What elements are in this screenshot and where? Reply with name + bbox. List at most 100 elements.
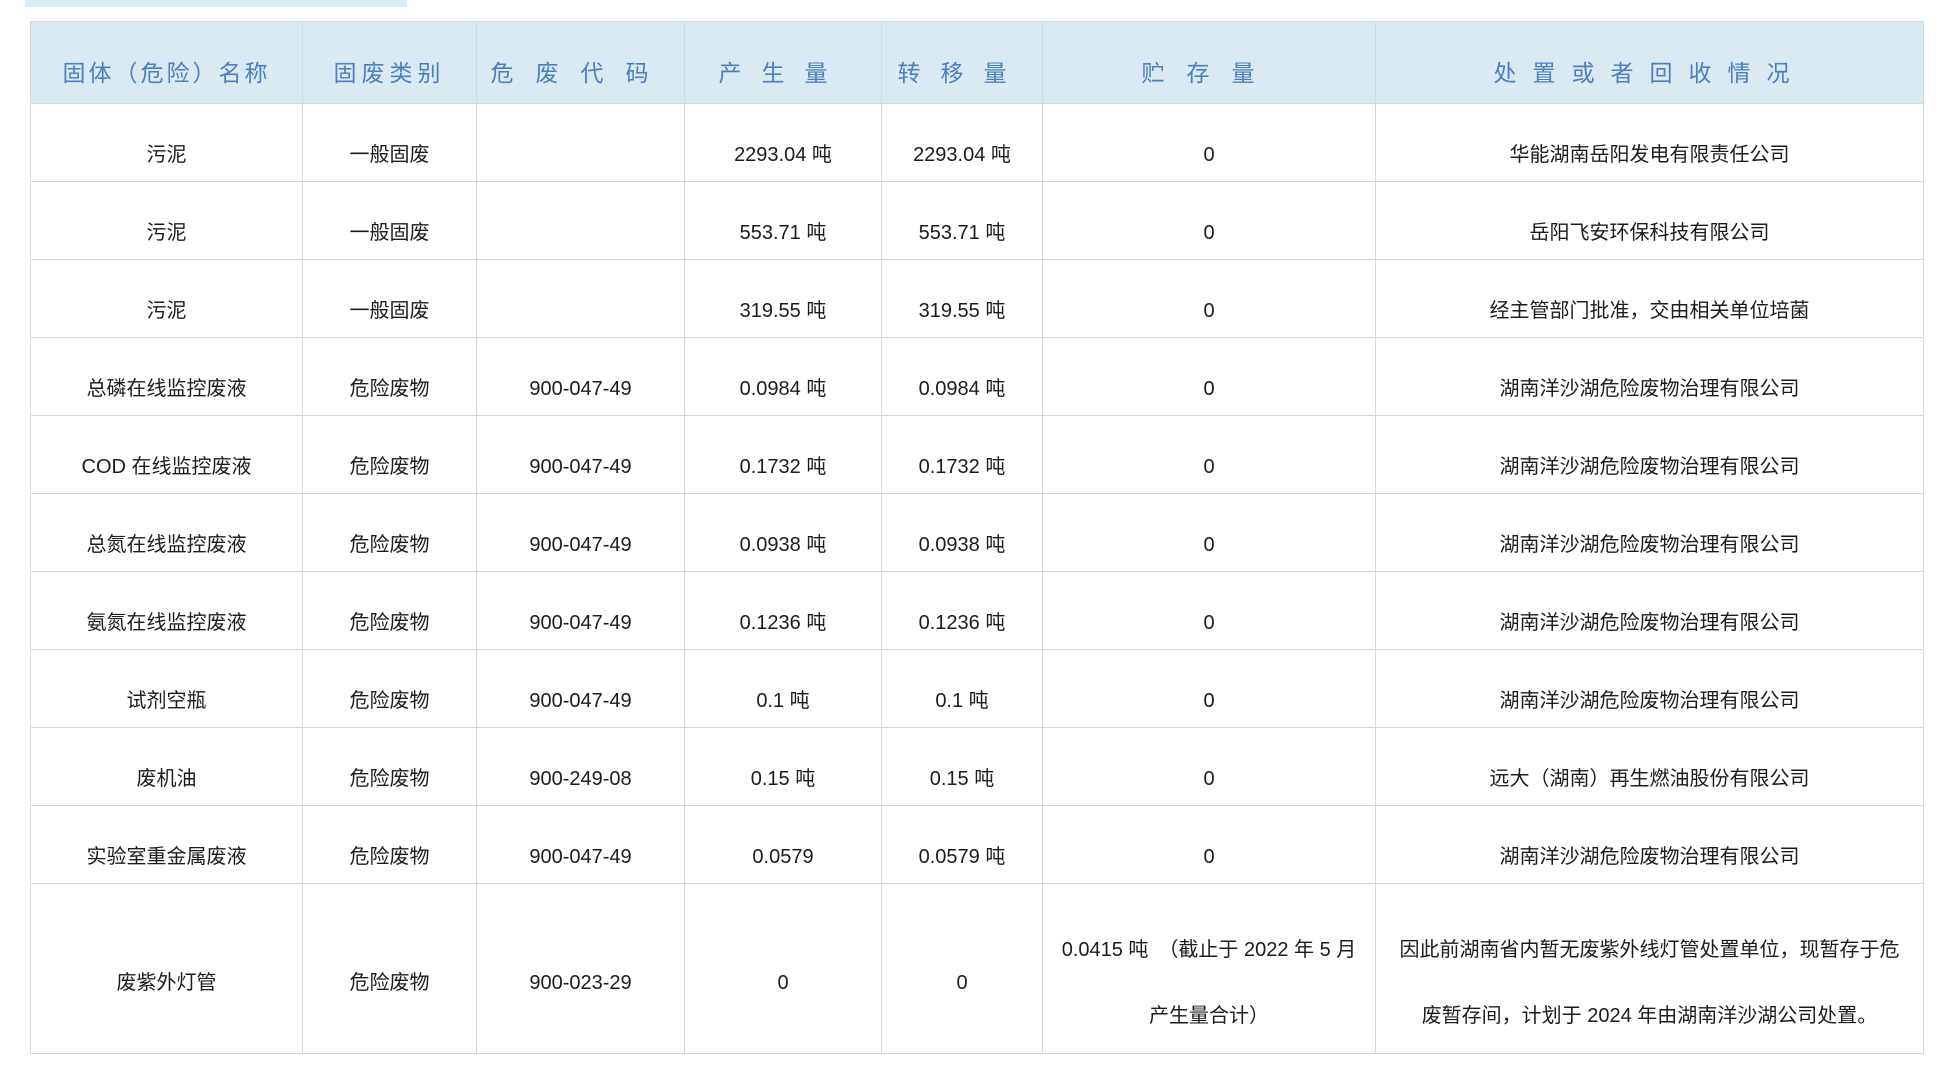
- cell-waste-name: 污泥: [31, 104, 303, 182]
- cell-hazard-code: 900-047-49: [477, 416, 685, 494]
- cell-waste-category: 危险废物: [303, 650, 477, 728]
- cell-generated-amount: 0.0579: [685, 806, 882, 884]
- cell-storage-amount: 0: [1043, 104, 1376, 182]
- top-strip: [25, 0, 407, 7]
- col-header-waste-category: 固废类别: [303, 22, 477, 104]
- table-row: 污泥 一般固废 319.55 吨 319.55 吨 0 经主管部门批准，交由相关…: [31, 260, 1924, 338]
- col-header-waste-name: 固体（危险）名称: [31, 22, 303, 104]
- cell-storage-amount: 0: [1043, 650, 1376, 728]
- cell-generated-amount: 0.1236 吨: [685, 572, 882, 650]
- cell-disposal-recycling: 湖南洋沙湖危险废物治理有限公司: [1376, 416, 1924, 494]
- cell-generated-amount: 0.0984 吨: [685, 338, 882, 416]
- cell-disposal-recycling: 湖南洋沙湖危险废物治理有限公司: [1376, 338, 1924, 416]
- cell-transferred-amount: 0.1732 吨: [882, 416, 1043, 494]
- col-header-storage-amount: 贮存量: [1043, 22, 1376, 104]
- cell-disposal-recycling: 湖南洋沙湖危险废物治理有限公司: [1376, 806, 1924, 884]
- cell-transferred-amount: 0.15 吨: [882, 728, 1043, 806]
- cell-disposal-recycling: 湖南洋沙湖危险废物治理有限公司: [1376, 572, 1924, 650]
- cell-storage-amount: 0: [1043, 416, 1376, 494]
- table-row: 氨氮在线监控废液 危险废物 900-047-49 0.1236 吨 0.1236…: [31, 572, 1924, 650]
- table-row: 污泥 一般固废 2293.04 吨 2293.04 吨 0 华能湖南岳阳发电有限…: [31, 104, 1924, 182]
- cell-transferred-amount: 0.1 吨: [882, 650, 1043, 728]
- cell-storage-amount: 0: [1043, 728, 1376, 806]
- cell-storage-amount: 0: [1043, 806, 1376, 884]
- cell-generated-amount: 2293.04 吨: [685, 104, 882, 182]
- cell-disposal-recycling: 岳阳飞安环保科技有限公司: [1376, 182, 1924, 260]
- page: 固体（危险）名称 固废类别 危废代码 产生量 转移量 贮存量 处置或者回收情况 …: [0, 0, 1948, 1073]
- cell-storage-amount: 0: [1043, 494, 1376, 572]
- table-row: 实验室重金属废液 危险废物 900-047-49 0.0579 0.0579 吨…: [31, 806, 1924, 884]
- cell-waste-name: 试剂空瓶: [31, 650, 303, 728]
- cell-waste-name: 污泥: [31, 260, 303, 338]
- cell-waste-category: 危险废物: [303, 416, 477, 494]
- col-header-disposal-recycling: 处置或者回收情况: [1376, 22, 1924, 104]
- cell-generated-amount: 0.0938 吨: [685, 494, 882, 572]
- cell-transferred-amount: 0: [882, 884, 1043, 1054]
- cell-storage-amount: 0: [1043, 260, 1376, 338]
- cell-hazard-code: 900-047-49: [477, 806, 685, 884]
- cell-waste-name: COD 在线监控废液: [31, 416, 303, 494]
- cell-hazard-code: [477, 182, 685, 260]
- col-header-generated-amount: 产生量: [685, 22, 882, 104]
- cell-storage-amount: 0.0415 吨 （截止于 2022 年 5 月产生量合计）: [1043, 884, 1376, 1054]
- cell-disposal-recycling: 远大（湖南）再生燃油股份有限公司: [1376, 728, 1924, 806]
- cell-hazard-code: 900-047-49: [477, 650, 685, 728]
- cell-waste-name: 废紫外灯管: [31, 884, 303, 1054]
- cell-transferred-amount: 0.0984 吨: [882, 338, 1043, 416]
- cell-disposal-recycling: 华能湖南岳阳发电有限责任公司: [1376, 104, 1924, 182]
- table-row: 总氮在线监控废液 危险废物 900-047-49 0.0938 吨 0.0938…: [31, 494, 1924, 572]
- waste-disclosure-table: 固体（危险）名称 固废类别 危废代码 产生量 转移量 贮存量 处置或者回收情况 …: [30, 21, 1924, 1054]
- cell-storage-amount: 0: [1043, 338, 1376, 416]
- cell-transferred-amount: 0.0579 吨: [882, 806, 1043, 884]
- cell-hazard-code: 900-047-49: [477, 572, 685, 650]
- cell-transferred-amount: 2293.04 吨: [882, 104, 1043, 182]
- cell-generated-amount: 0.15 吨: [685, 728, 882, 806]
- cell-waste-category: 一般固废: [303, 182, 477, 260]
- cell-waste-category: 危险废物: [303, 884, 477, 1054]
- cell-waste-name: 实验室重金属废液: [31, 806, 303, 884]
- cell-hazard-code: 900-023-29: [477, 884, 685, 1054]
- table-body: 污泥 一般固废 2293.04 吨 2293.04 吨 0 华能湖南岳阳发电有限…: [31, 104, 1924, 1054]
- cell-hazard-code: [477, 104, 685, 182]
- cell-waste-category: 危险废物: [303, 338, 477, 416]
- cell-waste-name: 废机油: [31, 728, 303, 806]
- cell-hazard-code: [477, 260, 685, 338]
- table-header: 固体（危险）名称 固废类别 危废代码 产生量 转移量 贮存量 处置或者回收情况: [31, 22, 1924, 104]
- cell-disposal-recycling: 湖南洋沙湖危险废物治理有限公司: [1376, 494, 1924, 572]
- table-row: 试剂空瓶 危险废物 900-047-49 0.1 吨 0.1 吨 0 湖南洋沙湖…: [31, 650, 1924, 728]
- col-header-hazard-code: 危废代码: [477, 22, 685, 104]
- cell-storage-amount: 0: [1043, 182, 1376, 260]
- cell-transferred-amount: 553.71 吨: [882, 182, 1043, 260]
- cell-disposal-recycling: 因此前湖南省内暂无废紫外线灯管处置单位，现暂存于危废暂存间，计划于 2024 年…: [1376, 884, 1924, 1054]
- cell-waste-name: 污泥: [31, 182, 303, 260]
- cell-waste-name: 氨氮在线监控废液: [31, 572, 303, 650]
- cell-waste-category: 危险废物: [303, 728, 477, 806]
- cell-waste-category: 危险废物: [303, 494, 477, 572]
- cell-generated-amount: 0.1732 吨: [685, 416, 882, 494]
- cell-waste-category: 一般固废: [303, 260, 477, 338]
- cell-generated-amount: 553.71 吨: [685, 182, 882, 260]
- col-header-transferred-amount: 转移量: [882, 22, 1043, 104]
- cell-generated-amount: 319.55 吨: [685, 260, 882, 338]
- cell-transferred-amount: 0.0938 吨: [882, 494, 1043, 572]
- cell-waste-category: 一般固废: [303, 104, 477, 182]
- cell-waste-name: 总磷在线监控废液: [31, 338, 303, 416]
- table-row: 废紫外灯管 危险废物 900-023-29 0 0 0.0415 吨 （截止于 …: [31, 884, 1924, 1054]
- cell-waste-category: 危险废物: [303, 572, 477, 650]
- cell-transferred-amount: 0.1236 吨: [882, 572, 1043, 650]
- cell-hazard-code: 900-047-49: [477, 338, 685, 416]
- table-row: COD 在线监控废液 危险废物 900-047-49 0.1732 吨 0.17…: [31, 416, 1924, 494]
- cell-waste-category: 危险废物: [303, 806, 477, 884]
- cell-generated-amount: 0.1 吨: [685, 650, 882, 728]
- cell-transferred-amount: 319.55 吨: [882, 260, 1043, 338]
- cell-generated-amount: 0: [685, 884, 882, 1054]
- table-row: 污泥 一般固废 553.71 吨 553.71 吨 0 岳阳飞安环保科技有限公司: [31, 182, 1924, 260]
- cell-disposal-recycling: 经主管部门批准，交由相关单位培菌: [1376, 260, 1924, 338]
- header-row: 固体（危险）名称 固废类别 危废代码 产生量 转移量 贮存量 处置或者回收情况: [31, 22, 1924, 104]
- table-row: 废机油 危险废物 900-249-08 0.15 吨 0.15 吨 0 远大（湖…: [31, 728, 1924, 806]
- table-row: 总磷在线监控废液 危险废物 900-047-49 0.0984 吨 0.0984…: [31, 338, 1924, 416]
- cell-waste-name: 总氮在线监控废液: [31, 494, 303, 572]
- cell-hazard-code: 900-047-49: [477, 494, 685, 572]
- cell-storage-amount: 0: [1043, 572, 1376, 650]
- cell-hazard-code: 900-249-08: [477, 728, 685, 806]
